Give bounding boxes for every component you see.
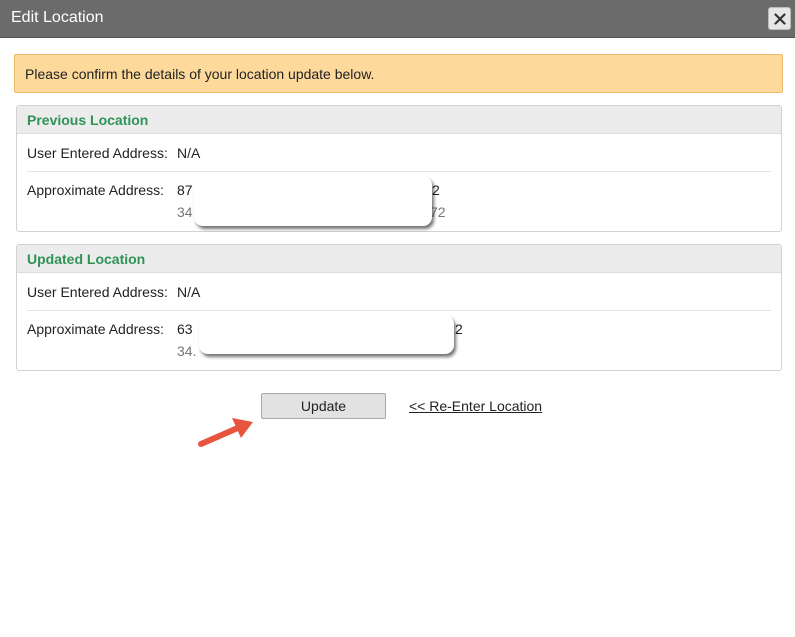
- updated-location-panel: Updated Location User Entered Address: N…: [16, 244, 782, 371]
- updated-location-heading: Updated Location: [17, 245, 781, 273]
- updated-user-entered-label: User Entered Address:: [27, 284, 168, 300]
- updated-approximate-row: Approximate Address: 63 2 34.: [27, 311, 771, 369]
- updated-approximate-line1-end: 2: [455, 321, 463, 337]
- previous-user-entered-value: N/A: [177, 145, 201, 161]
- reenter-location-link[interactable]: << Re-Enter Location: [409, 398, 542, 414]
- confirmation-notice: Please confirm the details of your locat…: [14, 54, 783, 93]
- redaction-box: [194, 176, 432, 226]
- previous-user-entered-row: User Entered Address: N/A: [27, 134, 771, 172]
- previous-approximate-line1-start: 87: [177, 182, 193, 198]
- close-button[interactable]: [768, 7, 791, 30]
- previous-approximate-row: Approximate Address: 87 2 34 72: [27, 172, 771, 230]
- close-icon: [773, 12, 786, 25]
- annotation-arrow-icon: [198, 418, 253, 447]
- previous-approximate-label: Approximate Address:: [27, 182, 164, 198]
- previous-location-panel: Previous Location User Entered Address: …: [16, 105, 782, 232]
- updated-approximate-line2-start: 34.: [177, 343, 197, 359]
- updated-approximate-line1-start: 63: [177, 321, 193, 337]
- previous-approximate-line2-start: 34: [177, 204, 193, 220]
- previous-user-entered-label: User Entered Address:: [27, 145, 168, 161]
- previous-approximate-line2-end: 72: [430, 204, 446, 220]
- update-button[interactable]: Update: [261, 393, 386, 419]
- dialog-title: Edit Location: [11, 9, 104, 26]
- previous-location-heading: Previous Location: [17, 106, 781, 134]
- notice-text: Please confirm the details of your locat…: [25, 66, 375, 82]
- updated-user-entered-value: N/A: [177, 284, 201, 300]
- previous-approximate-line1-end: 2: [432, 182, 440, 198]
- updated-user-entered-row: User Entered Address: N/A: [27, 273, 771, 311]
- updated-approximate-label: Approximate Address:: [27, 321, 164, 337]
- redaction-box: [199, 315, 454, 354]
- dialog-titlebar: Edit Location: [0, 0, 795, 38]
